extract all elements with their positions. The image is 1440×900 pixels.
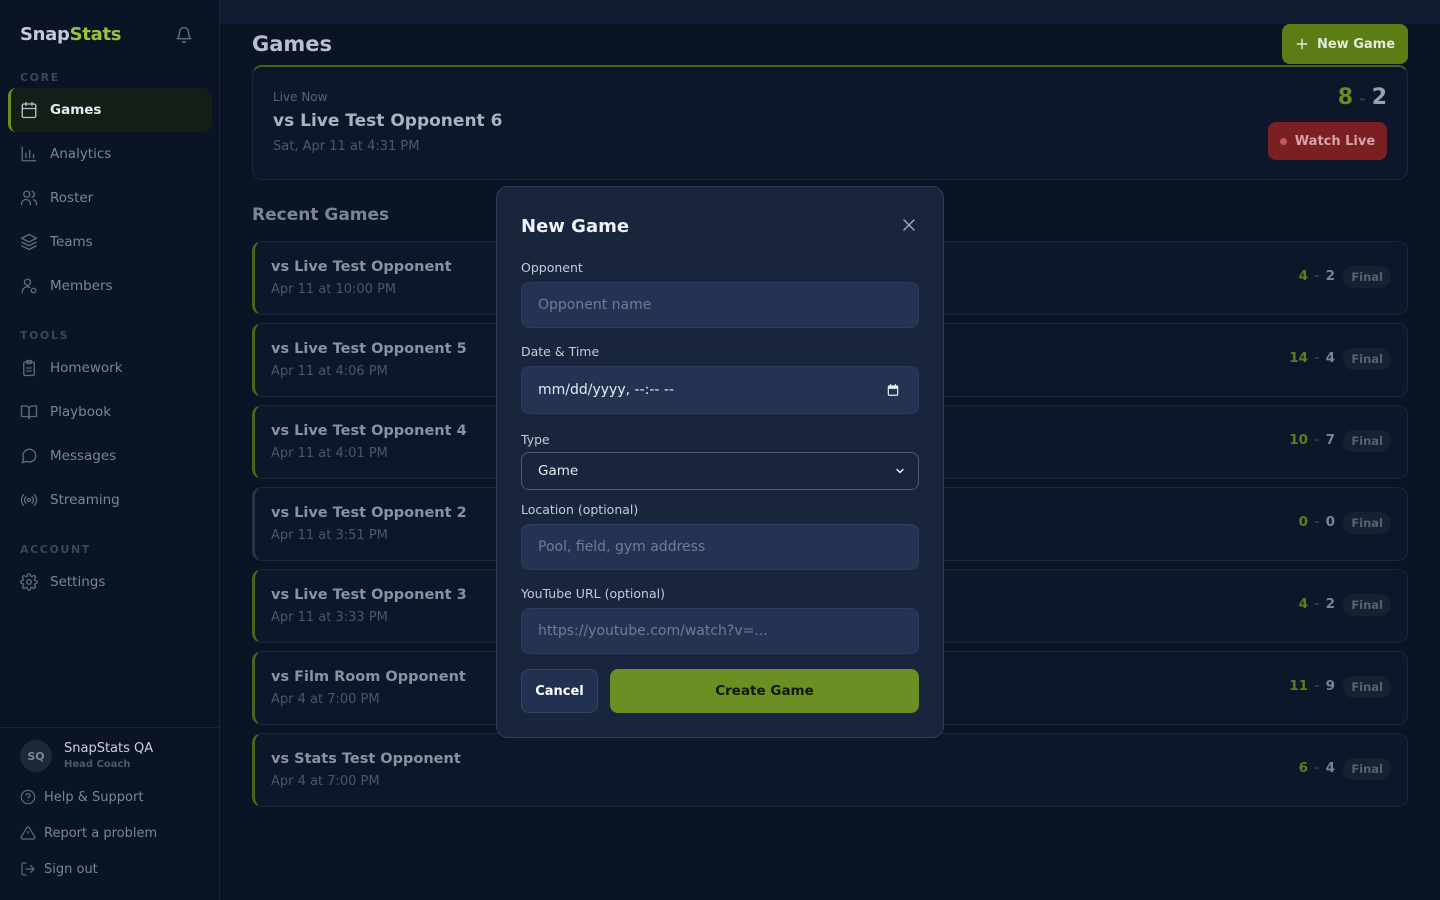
modal-title: New Game (521, 216, 630, 237)
type-select-value: Game (538, 463, 579, 479)
youtube-input[interactable] (538, 623, 902, 639)
chevron-down-icon (894, 465, 906, 477)
type-label: Type (521, 432, 550, 447)
create-game-button[interactable]: Create Game (610, 669, 919, 713)
opponent-label: Opponent (521, 260, 583, 275)
location-label: Location (optional) (521, 502, 639, 517)
youtube-field[interactable] (521, 608, 919, 654)
type-select[interactable]: Game (521, 452, 919, 490)
youtube-label: YouTube URL (optional) (521, 586, 665, 601)
datetime-value: mm/dd/yyyy, --:-- -- (538, 382, 675, 398)
location-field[interactable] (521, 524, 919, 570)
location-input[interactable] (538, 539, 902, 555)
datetime-field[interactable]: mm/dd/yyyy, --:-- -- (521, 366, 919, 414)
opponent-input[interactable] (538, 297, 902, 313)
datetime-label: Date & Time (521, 344, 600, 359)
close-icon[interactable] (899, 215, 919, 235)
cancel-button[interactable]: Cancel (521, 669, 598, 713)
opponent-field[interactable] (521, 282, 919, 328)
calendar-icon[interactable] (886, 383, 900, 397)
new-game-modal: New Game Opponent Date & Time mm/dd/yyyy… (496, 186, 944, 738)
